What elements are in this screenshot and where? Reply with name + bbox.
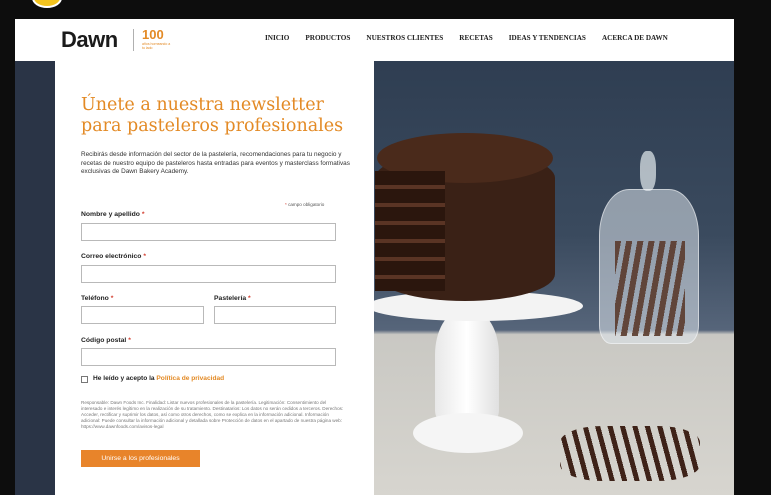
dawn-logo[interactable]: Dawn: [61, 27, 118, 53]
newsletter-form-card: Únete a nuestra newsletter para pasteler…: [55, 61, 374, 495]
name-label: Nombre y apellido *: [81, 211, 145, 218]
bakery-label: Pastelería *: [214, 295, 251, 302]
privacy-consent-label: He leído y acepto la Política de privaci…: [93, 375, 225, 382]
cake-stand-stem-image: [435, 311, 499, 421]
chocolate-curls-image: [615, 241, 685, 336]
screen-frame: Dawn 100 años horneando a tu lado INICIO…: [0, 0, 771, 495]
top-navigation: Dawn 100 años horneando a tu lado INICIO…: [15, 19, 734, 61]
name-input[interactable]: [81, 223, 336, 241]
submit-button[interactable]: Unirse a los profesionales: [81, 450, 200, 467]
recording-indicator-icon: [32, 0, 62, 8]
menu-item-productos[interactable]: PRODUCTOS: [305, 34, 350, 42]
main-menu: INICIO PRODUCTOS NUESTROS CLIENTES RECET…: [265, 34, 684, 42]
floor-chocolate-curls-image: [560, 426, 700, 481]
logo-divider: [133, 29, 134, 51]
cake-stand-base-image: [413, 413, 523, 453]
anniversary-logo: 100: [142, 27, 164, 42]
bakery-input[interactable]: [214, 306, 336, 324]
phone-input[interactable]: [81, 306, 204, 324]
web-page: Dawn 100 años horneando a tu lado INICIO…: [15, 19, 734, 495]
jar-lid-knob-image: [640, 151, 656, 191]
email-label: Correo electrónico *: [81, 253, 146, 260]
phone-label: Teléfono *: [81, 295, 114, 302]
menu-item-nuestros-clientes[interactable]: NUESTROS CLIENTES: [366, 34, 443, 42]
menu-item-inicio[interactable]: INICIO: [265, 34, 289, 42]
privacy-consent-checkbox[interactable]: [81, 376, 88, 383]
legal-disclaimer: Responsable: Dawn Foods Inc. Finalidad: …: [81, 400, 344, 429]
menu-item-recetas[interactable]: RECETAS: [459, 34, 492, 42]
menu-item-acerca-de-dawn[interactable]: ACERCA DE DAWN: [602, 34, 668, 42]
privacy-policy-link[interactable]: Política de privacidad: [156, 375, 224, 382]
postal-code-label: Código postal *: [81, 337, 131, 344]
postal-code-input[interactable]: [81, 348, 336, 366]
newsletter-title: Únete a nuestra newsletter para pasteler…: [81, 95, 344, 136]
menu-item-ideas-tendencias[interactable]: IDEAS Y TENDENCIAS: [509, 34, 586, 42]
newsletter-intro: Recibirás desde información del sector d…: [81, 151, 350, 176]
cake-slice-cut-image: [375, 171, 445, 291]
hero-section: Únete a nuestra newsletter para pasteler…: [15, 61, 734, 495]
anniversary-logo-subtitle: años horneando a tu lado: [142, 42, 171, 50]
required-field-note: * campo obligatorio: [285, 202, 325, 207]
email-input[interactable]: [81, 265, 336, 283]
